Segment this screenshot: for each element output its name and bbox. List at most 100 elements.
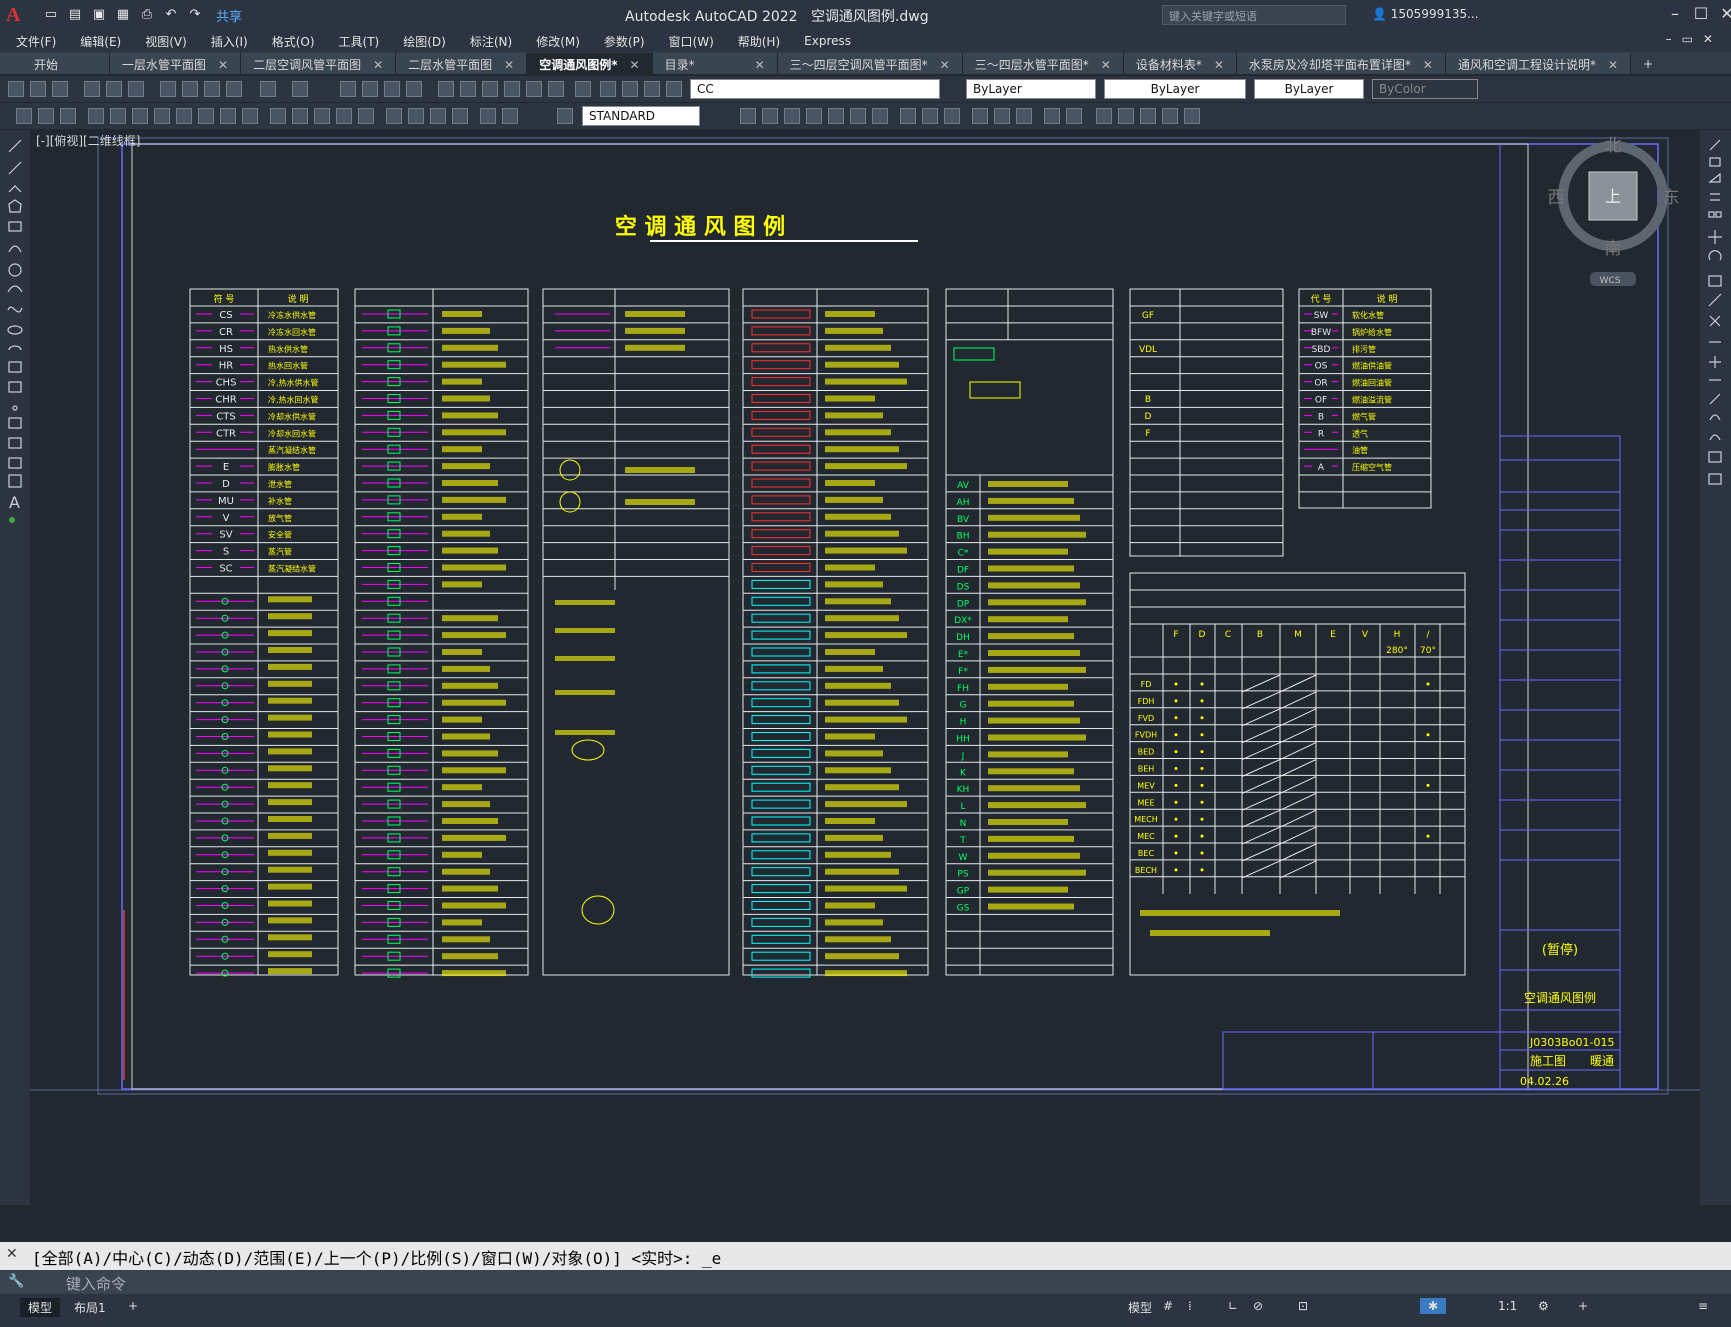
dim-edit-icon[interactable] [480, 108, 496, 124]
tab-file[interactable]: 设备材料表* ✕ [1123, 53, 1237, 74]
menu-window[interactable]: 窗口(W) [669, 33, 714, 50]
close-tab-icon[interactable]: ✕ [1608, 58, 1618, 72]
draw-tools[interactable]: A [0, 130, 30, 590]
close-tab-icon[interactable]: ✕ [1101, 58, 1111, 72]
menu-parametric[interactable]: 参数(P) [604, 33, 645, 50]
help-icon[interactable] [575, 81, 591, 97]
match-properties-icon[interactable] [226, 81, 242, 97]
tab-file[interactable]: 三～四层空调风管平面图* ✕ [777, 53, 963, 74]
continue-dim-icon[interactable] [314, 108, 330, 124]
draw-order-icon[interactable] [1096, 108, 1112, 124]
linetype-dropdown[interactable]: ByLayer [1104, 79, 1246, 99]
jogged-linear-icon[interactable] [452, 108, 468, 124]
modify-explode-icon[interactable] [1066, 108, 1082, 124]
close-tab-icon[interactable]: ✕ [218, 58, 228, 72]
drawing-canvas[interactable]: [-][俯视][二维线框] 空 调 通 风 图 例 符 号 说 明 CS 冷冻水供… [30, 130, 1700, 1205]
dim-update-icon[interactable] [557, 108, 573, 124]
workspace-icon[interactable] [16, 108, 32, 124]
close-tab-icon[interactable]: ✕ [940, 58, 950, 72]
open-file-icon[interactable]: ▤ [66, 7, 84, 23]
tool-palettes-icon[interactable] [482, 81, 498, 97]
aligned-dim-icon[interactable] [110, 108, 126, 124]
tab-file-active[interactable]: 空调通风图例* ✕ [527, 53, 653, 74]
annotation-visibility-icon[interactable]: ✱ [1420, 1298, 1447, 1314]
modify-move-icon[interactable] [828, 108, 844, 124]
undo-icon[interactable] [260, 81, 276, 97]
viewport-controls[interactable]: [-][俯视][二维线框] [36, 132, 140, 149]
text-front-icon[interactable] [1162, 108, 1178, 124]
modify-rotate-icon[interactable] [850, 108, 866, 124]
diameter-dim-icon[interactable] [220, 108, 236, 124]
menu-express[interactable]: Express [804, 34, 851, 48]
viewcube-south[interactable]: 南 [1605, 239, 1622, 259]
plotstyle-dropdown[interactable]: ByColor [1372, 79, 1478, 99]
osnap-icon[interactable]: ⊡ [1290, 1298, 1316, 1314]
command-input[interactable]: 键入命令 [0, 1270, 1731, 1294]
new-tab-button[interactable]: + [1643, 57, 1653, 74]
document-window-controls[interactable]: –▭✕ [1666, 32, 1723, 46]
modify-fillet-icon[interactable] [1044, 108, 1060, 124]
viewcube-west[interactable]: 西 [1548, 188, 1565, 208]
color-dropdown[interactable]: ByLayer [966, 79, 1096, 99]
layout1-tab[interactable]: 布局1 [66, 1298, 114, 1317]
dim-style-dropdown[interactable]: STANDARD [582, 106, 700, 126]
save-icon[interactable]: ▣ [90, 7, 108, 23]
open-icon[interactable] [30, 81, 46, 97]
zoom-realtime-icon[interactable] [362, 81, 378, 97]
layer-on-icon[interactable] [622, 81, 638, 97]
tab-file[interactable]: 二层水管平面图 ✕ [396, 53, 528, 74]
sheet-set-icon[interactable] [504, 81, 520, 97]
close-tab-icon[interactable]: ✕ [755, 58, 765, 72]
modify-extend-icon[interactable] [944, 108, 960, 124]
linear-dim-icon[interactable] [88, 108, 104, 124]
menu-view[interactable]: 视图(V) [145, 33, 187, 50]
redo-icon[interactable] [292, 81, 308, 97]
model-layout-tab[interactable]: 模型 [20, 1298, 61, 1317]
ordinate-dim-icon[interactable] [154, 108, 170, 124]
tolerance-icon[interactable] [386, 108, 402, 124]
design-center-icon[interactable] [460, 81, 476, 97]
menu-file[interactable]: 文件(F) [16, 33, 56, 50]
hatch-icon[interactable] [60, 108, 76, 124]
close-tab-icon[interactable]: ✕ [630, 58, 640, 72]
jogged-dim-icon[interactable] [198, 108, 214, 124]
polar-icon[interactable]: ⊘ [1245, 1298, 1271, 1314]
layer-dropdown[interactable]: CC [690, 79, 940, 99]
menu-draw[interactable]: 绘图(D) [403, 33, 446, 50]
new-icon[interactable] [8, 81, 24, 97]
center-mark-icon[interactable] [408, 108, 424, 124]
viewcube[interactable]: 上 北 南 东 西 WCS [1548, 136, 1680, 286]
modify-break-icon[interactable] [972, 108, 988, 124]
close-tab-icon[interactable]: ✕ [504, 58, 514, 72]
modify-chamfer-icon[interactable] [1016, 108, 1032, 124]
arc-length-icon[interactable] [132, 108, 148, 124]
tab-file[interactable]: 通风和空调工程设计说明* ✕ [1445, 53, 1632, 74]
save-as-icon[interactable]: ▦ [114, 7, 132, 23]
angular-dim-icon[interactable] [242, 108, 258, 124]
wrench-icon[interactable]: 🔧 [8, 1274, 24, 1289]
search-input[interactable]: 键入关键字或短语 [1162, 5, 1346, 25]
markup-icon[interactable] [526, 81, 542, 97]
close-tab-icon[interactable]: ✕ [1214, 58, 1224, 72]
layer-properties-icon[interactable] [600, 81, 616, 97]
modify-copy-icon[interactable] [740, 108, 756, 124]
settings-gear-icon[interactable]: ⚙ [1530, 1298, 1557, 1314]
tab-file[interactable]: 三～四层水管平面图* ✕ [962, 53, 1124, 74]
zoom-window-icon[interactable] [384, 81, 400, 97]
tab-file[interactable]: 一层水管平面图 ✕ [110, 53, 242, 74]
modify-tools[interactable] [1700, 130, 1731, 550]
lineweight-dropdown[interactable]: ByLayer [1254, 79, 1364, 99]
snap-icon[interactable]: ⁞ [1180, 1298, 1200, 1314]
grid-icon[interactable]: # [1155, 1298, 1181, 1314]
cut-icon[interactable] [160, 81, 176, 97]
viewcube-east[interactable]: 东 [1663, 188, 1680, 208]
calculator-icon[interactable] [548, 81, 564, 97]
close-tab-icon[interactable]: ✕ [373, 58, 383, 72]
tab-file[interactable]: 二层空调风管平面图 ✕ [241, 53, 397, 74]
baseline-dim-icon[interactable] [292, 108, 308, 124]
dims-front-icon[interactable] [1184, 108, 1200, 124]
send-back-icon[interactable] [1140, 108, 1156, 124]
properties-icon[interactable] [438, 81, 454, 97]
menu-help[interactable]: 帮助(H) [738, 33, 780, 50]
bring-front-icon[interactable] [1118, 108, 1134, 124]
